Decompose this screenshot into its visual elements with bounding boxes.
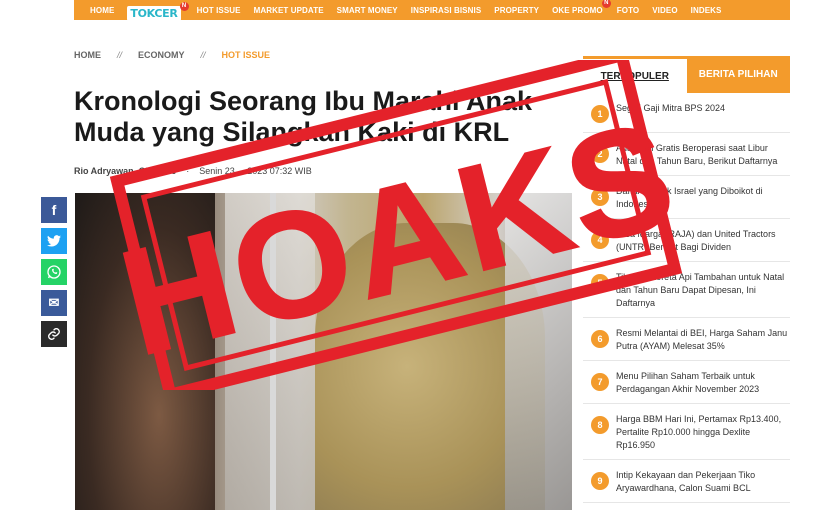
list-item-title: Intip Kekayaan dan Pekerjaan Tiko Aryawa… — [616, 470, 756, 493]
twitter-icon — [47, 235, 61, 247]
nav-home[interactable]: HOME — [90, 6, 114, 15]
list-item[interactable]: 2 Ada 5 Tol Gratis Beroperasi saat Libur … — [583, 133, 790, 176]
rank-number: 8 — [591, 416, 609, 434]
list-item[interactable]: 7 Menu Pilihan Saham Terbaik untuk Perdag… — [583, 361, 790, 404]
tab-terpopuler[interactable]: TERPOPULER — [583, 56, 687, 93]
tokcer-logo[interactable]: TOKCER N — [127, 1, 189, 21]
rank-number: 2 — [591, 145, 609, 163]
breadcrumb-hot-issue[interactable]: HOT ISSUE — [222, 50, 271, 60]
email-share-button[interactable]: ✉ — [41, 290, 67, 316]
top-navigation: HOME TOKCER N HOT ISSUE MARKET UPDATE SM… — [74, 0, 790, 21]
nav-smart-money[interactable]: SMART MONEY — [337, 6, 398, 15]
nav-indeks[interactable]: INDEKS — [691, 6, 722, 15]
list-item[interactable]: 6 Resmi Melantai di BEI, Harga Saham Janu… — [583, 318, 790, 361]
list-item-title: Harga BBM Hari Ini, Pertamax Rp13.400, P… — [616, 414, 782, 450]
new-badge: N — [601, 0, 611, 8]
list-item-title: Resmi Melantai di BEI, Harga Saham Janu … — [616, 328, 788, 351]
list-item[interactable]: 1 Segini Gaji Mitra BPS 2024 — [583, 93, 790, 133]
whatsapp-icon — [47, 265, 61, 279]
list-item[interactable]: 5 Tiket 34 Kereta Api Tambahan untuk Nata… — [583, 262, 790, 318]
photo-region — [505, 193, 572, 510]
popular-list: 1 Segini Gaji Mitra BPS 2024 2 Ada 5 Tol G… — [583, 93, 790, 503]
nav-market-update[interactable]: MARKET UPDATE — [254, 6, 324, 15]
sidebar: TERPOPULER BERITA PILIHAN 1 Segini Gaji M… — [583, 56, 790, 503]
rank-number: 4 — [591, 231, 609, 249]
facebook-icon: f — [51, 202, 57, 218]
list-item[interactable]: 9 Intip Kekayaan dan Pekerjaan Tiko Aryaw… — [583, 460, 790, 503]
nav-inspirasi-bisnis[interactable]: INSPIRASI BISNIS — [411, 6, 482, 15]
whatsapp-share-button[interactable] — [41, 259, 67, 285]
nav-hot-issue[interactable]: HOT ISSUE — [197, 6, 241, 15]
nav-oke-promo[interactable]: OKE PROMO N — [552, 0, 611, 15]
share-bar: f ✉ — [41, 197, 67, 347]
rank-number: 7 — [591, 373, 609, 391]
nav-video[interactable]: VIDEO — [652, 6, 677, 15]
list-item[interactable]: 3 Daftar Produk Israel yang Diboikot di I… — [583, 176, 790, 219]
article-date: Senin 23 ... 2023 07:32 WIB — [199, 166, 312, 176]
copy-link-button[interactable] — [41, 321, 67, 347]
list-item-title: Ada 5 Tol Gratis Beroperasi saat Libur N… — [616, 143, 778, 166]
new-badge: N — [179, 1, 189, 11]
list-item-title: Segini Gaji Mitra BPS 2024 — [616, 103, 726, 113]
sidebar-tabs: TERPOPULER BERITA PILIHAN — [583, 56, 790, 93]
list-item-title: Jasa Marga (RAJA) dan United Tractors (U… — [616, 229, 776, 252]
nav-foto[interactable]: FOTO — [617, 6, 639, 15]
photo-region — [270, 193, 276, 510]
rank-number: 1 — [591, 105, 609, 123]
meta-bullet: · — [186, 166, 190, 176]
list-item-title: Daftar Produk Israel yang Diboikot di In… — [616, 186, 763, 209]
breadcrumb-separator: // — [200, 50, 206, 60]
list-item-title: Menu Pilihan Saham Terbaik untuk Perdaga… — [616, 371, 760, 394]
breadcrumb: HOME // ECONOMY // HOT ISSUE — [74, 50, 270, 60]
article-title: Kronologi Seorang Ibu Marahi Anak Muda y… — [74, 86, 533, 147]
link-icon — [48, 328, 60, 340]
list-item[interactable]: 8 Harga BBM Hari Ini, Pertamax Rp13.400, … — [583, 404, 790, 460]
breadcrumb-economy[interactable]: ECONOMY — [138, 50, 185, 60]
photo-region — [75, 193, 215, 510]
breadcrumb-home[interactable]: HOME — [74, 50, 101, 60]
article-meta: Rio Adryawan, Okezone · Senin 23 ... 202… — [74, 166, 312, 176]
breadcrumb-separator: // — [117, 50, 123, 60]
tab-berita-pilihan[interactable]: BERITA PILIHAN — [686, 56, 790, 93]
article-photo — [75, 193, 572, 510]
list-item[interactable]: 4 Jasa Marga (RAJA) dan United Tractors (… — [583, 219, 790, 262]
twitter-share-button[interactable] — [41, 228, 67, 254]
rank-number: 5 — [591, 274, 609, 292]
email-icon: ✉ — [48, 295, 60, 310]
rank-number: 3 — [591, 188, 609, 206]
article-author: Rio Adryawan, Okezone — [74, 166, 177, 176]
nav-oke-promo-label: OKE PROMO — [552, 5, 603, 15]
facebook-share-button[interactable]: f — [41, 197, 67, 223]
rank-number: 6 — [591, 330, 609, 348]
rank-number: 9 — [591, 472, 609, 490]
tokcer-logo-text: TOKCER — [127, 5, 181, 21]
list-item-title: Tiket 34 Kereta Api Tambahan untuk Natal… — [616, 272, 785, 308]
nav-property[interactable]: PROPERTY — [494, 6, 539, 15]
